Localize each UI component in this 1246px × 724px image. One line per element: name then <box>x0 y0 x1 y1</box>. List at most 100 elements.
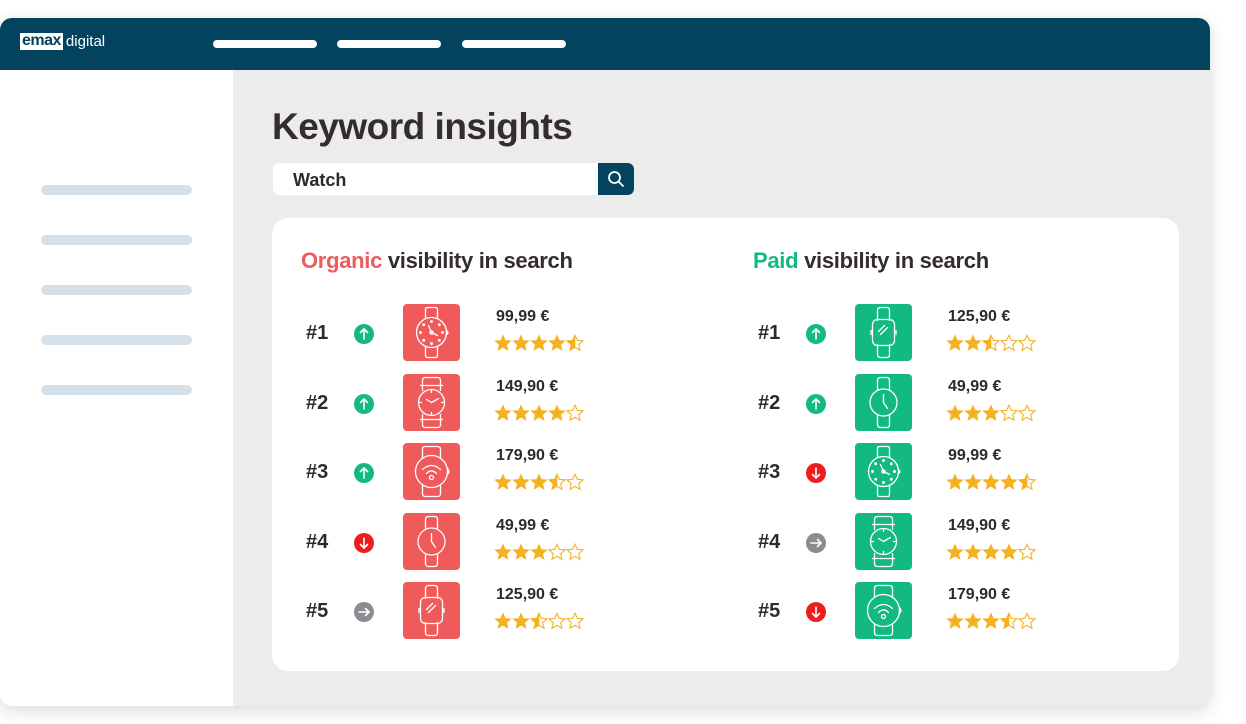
star-empty-icon <box>566 612 584 630</box>
star-empty-icon <box>548 543 566 561</box>
watch-icon <box>870 306 897 359</box>
star-full-icon <box>946 612 964 629</box>
list-item[interactable]: #2 149,90 € <box>301 374 741 432</box>
star-half-icon <box>530 612 548 630</box>
list-item[interactable]: #3 99,99 € <box>753 443 1193 501</box>
trend-flat-icon <box>354 602 374 622</box>
sidebar-item-1[interactable] <box>41 185 192 195</box>
organic-panel: Organic visibility in search #1 99,99 € … <box>301 218 741 671</box>
nav-item-1[interactable] <box>213 40 317 48</box>
star-full-icon <box>530 334 548 351</box>
search-input[interactable] <box>273 163 598 195</box>
star-full-icon <box>530 404 548 421</box>
search-bar <box>273 163 634 195</box>
list-item[interactable]: #1 125,90 € <box>753 304 1193 362</box>
product-thumbnail[interactable] <box>403 374 460 431</box>
search-button[interactable] <box>598 163 634 195</box>
product-thumbnail[interactable] <box>855 582 912 639</box>
star-full-icon <box>964 404 982 421</box>
star-full-icon <box>494 543 512 560</box>
list-item[interactable]: #4 149,90 € <box>753 513 1193 571</box>
price: 179,90 € <box>948 586 1011 603</box>
product-thumbnail[interactable] <box>855 443 912 500</box>
logo-mark: emax <box>20 32 63 50</box>
paid-title: Paid visibility in search <box>753 248 989 274</box>
star-rating <box>946 473 1036 491</box>
star-rating <box>494 543 584 561</box>
star-full-icon <box>548 334 566 351</box>
paid-title-rest: visibility in search <box>798 248 989 273</box>
price: 99,99 € <box>496 308 550 325</box>
list-item[interactable]: #5 125,90 € <box>301 582 741 640</box>
rank-label: #1 <box>306 322 329 344</box>
nav-item-2[interactable] <box>337 40 441 48</box>
trend-up-icon <box>806 324 826 344</box>
list-item[interactable]: #3 179,90 € <box>301 443 741 501</box>
star-rating <box>946 404 1036 422</box>
star-half-icon <box>566 334 584 352</box>
list-item[interactable]: #1 99,99 € <box>301 304 741 362</box>
star-full-icon <box>530 473 548 490</box>
price: 179,90 € <box>496 447 559 464</box>
list-item[interactable]: #2 49,99 € <box>753 374 1193 432</box>
nav-item-3[interactable] <box>462 40 566 48</box>
rank-label: #4 <box>306 531 329 553</box>
rank-label: #5 <box>306 600 329 622</box>
star-empty-icon <box>1018 404 1036 422</box>
watch-icon <box>418 584 445 637</box>
star-empty-icon <box>566 543 584 561</box>
watch-icon <box>415 306 449 359</box>
sidebar-item-2[interactable] <box>41 235 192 245</box>
price: 125,90 € <box>496 586 559 603</box>
star-full-icon <box>964 612 982 629</box>
star-full-icon <box>964 543 982 560</box>
star-empty-icon <box>566 473 584 491</box>
star-half-icon <box>548 473 566 491</box>
organic-title: Organic visibility in search <box>301 248 573 274</box>
star-rating <box>494 612 584 630</box>
rank-label: #2 <box>758 392 781 414</box>
product-thumbnail[interactable] <box>403 582 460 639</box>
visibility-card: Organic visibility in search #1 99,99 € … <box>272 218 1179 671</box>
sidebar-item-3[interactable] <box>41 285 192 295</box>
sidebar-item-5[interactable] <box>41 385 192 395</box>
star-full-icon <box>548 404 566 421</box>
paid-title-accent: Paid <box>753 248 799 273</box>
watch-icon <box>414 445 450 498</box>
product-thumbnail[interactable] <box>855 304 912 361</box>
star-full-icon <box>512 612 530 629</box>
star-full-icon <box>982 404 1000 421</box>
product-thumbnail[interactable] <box>403 443 460 500</box>
main-content: Keyword insights Organic visibility in s… <box>233 70 1210 706</box>
star-full-icon <box>982 612 1000 629</box>
star-full-icon <box>494 334 512 351</box>
price: 49,99 € <box>948 378 1002 395</box>
app-window: emax digital Keyword insights Watch Orga… <box>0 18 1210 706</box>
price: 149,90 € <box>948 517 1011 534</box>
watch-icon <box>867 445 901 498</box>
star-full-icon <box>530 543 548 560</box>
logo[interactable]: emax digital <box>20 33 105 50</box>
list-item[interactable]: #4 49,99 € <box>301 513 741 571</box>
trend-flat-icon <box>806 533 826 553</box>
sidebar-item-4[interactable] <box>41 335 192 345</box>
product-thumbnail[interactable] <box>403 513 460 570</box>
watch-icon <box>866 584 902 637</box>
organic-title-rest: visibility in search <box>382 248 573 273</box>
product-thumbnail[interactable] <box>403 304 460 361</box>
product-thumbnail[interactable] <box>855 374 912 431</box>
list-item[interactable]: #5 179,90 € <box>753 582 1193 640</box>
star-half-icon <box>982 334 1000 352</box>
search-icon <box>608 171 624 187</box>
trend-down-icon <box>806 463 826 483</box>
product-thumbnail[interactable] <box>855 513 912 570</box>
trend-down-icon <box>806 602 826 622</box>
star-full-icon <box>1000 473 1018 490</box>
page-title: Keyword insights <box>272 106 573 147</box>
star-rating <box>946 543 1036 561</box>
star-full-icon <box>982 543 1000 560</box>
star-rating <box>946 612 1036 630</box>
star-empty-icon <box>1000 334 1018 352</box>
star-rating <box>494 404 584 422</box>
rank-label: #3 <box>306 461 329 483</box>
